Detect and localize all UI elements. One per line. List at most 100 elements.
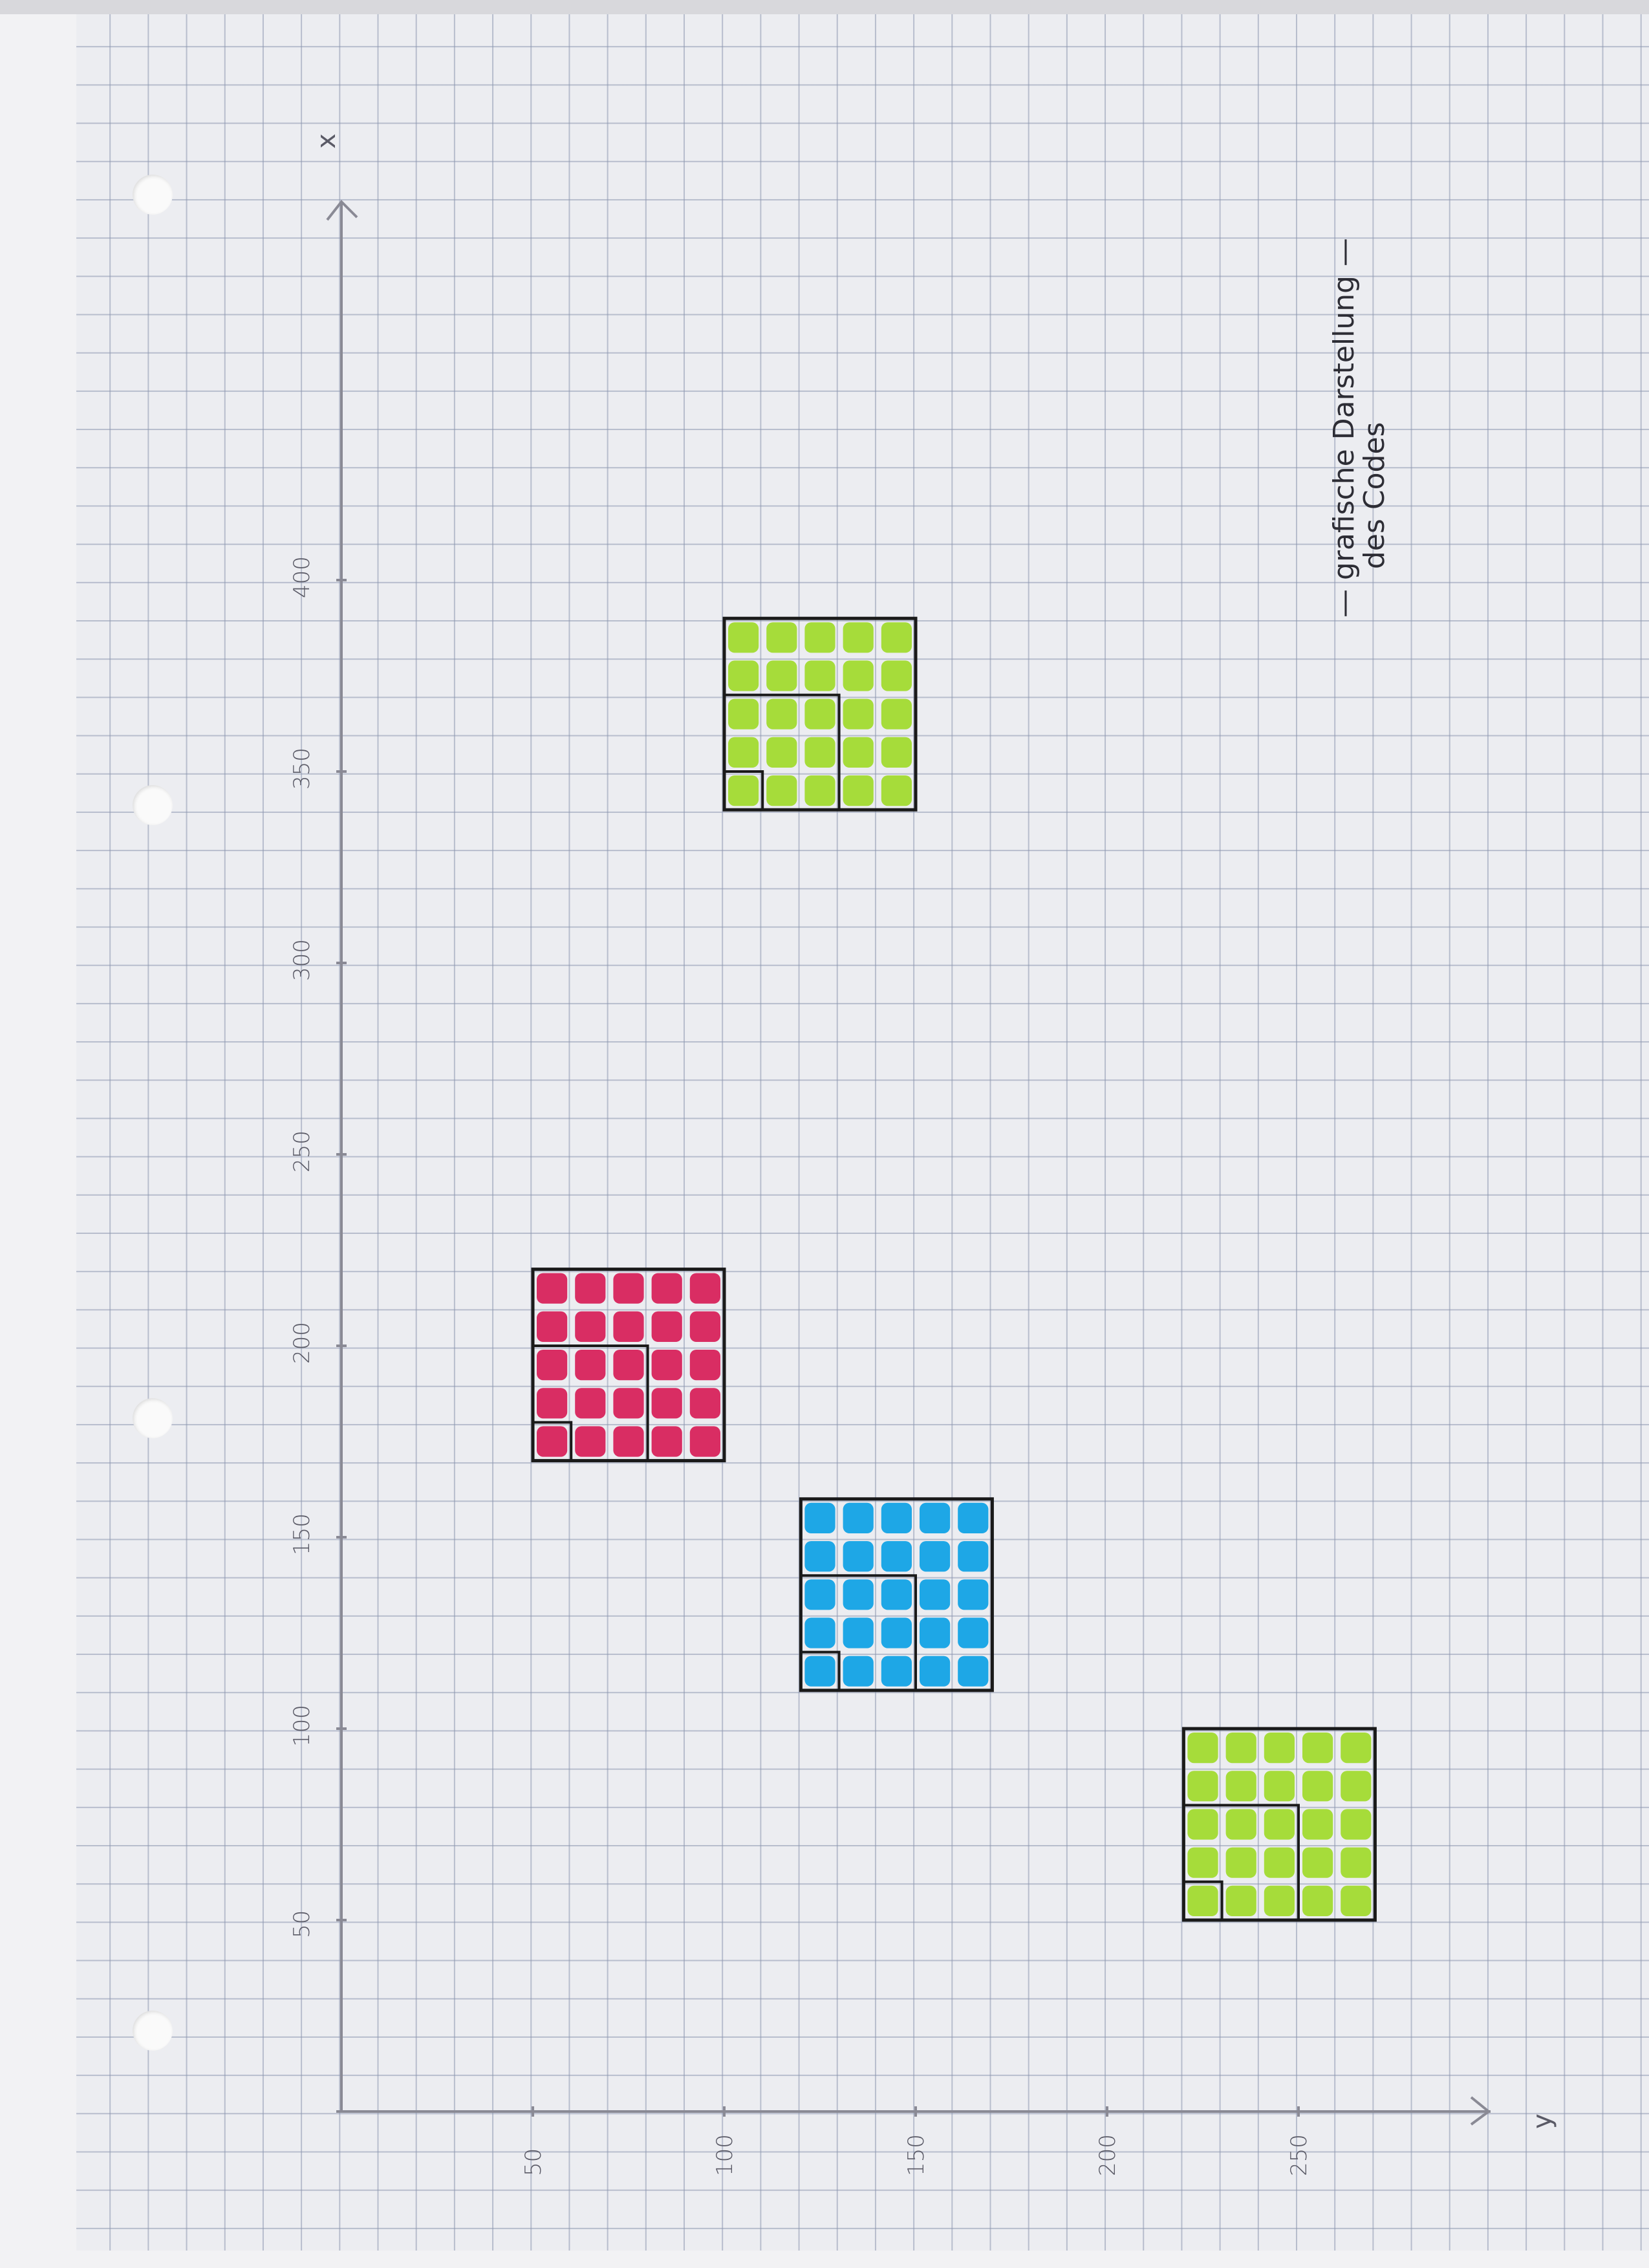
code-cell: [766, 660, 797, 691]
code-cell: [575, 1388, 606, 1419]
code-cell: [1341, 1771, 1372, 1802]
code-cell: [1225, 1733, 1256, 1764]
code-cell: [920, 1541, 951, 1572]
code-cell: [651, 1350, 682, 1381]
code-square: [1181, 1727, 1377, 1922]
code-cell: [1341, 1809, 1372, 1840]
code-cell: [920, 1502, 951, 1533]
code-diagram: x y 50 100 150 200 250 300 350 400 50 100 150 200 2…: [289, 133, 1557, 2176]
code-square: [531, 1268, 726, 1463]
code-cell: [651, 1311, 682, 1342]
code-cell: [689, 1388, 720, 1419]
code-cell: [804, 1617, 835, 1648]
code-cell: [689, 1350, 720, 1381]
code-cell: [881, 1656, 912, 1687]
code-cell: [843, 737, 874, 768]
code-cell: [537, 1273, 568, 1304]
code-cell: [613, 1273, 644, 1304]
code-cell: [958, 1617, 989, 1648]
code-cell: [1341, 1885, 1372, 1916]
code-cell: [958, 1579, 989, 1610]
code-cell: [881, 737, 912, 768]
code-cell: [1264, 1809, 1295, 1840]
code-cell: [1225, 1847, 1256, 1878]
code-cell: [575, 1311, 606, 1342]
code-cell: [920, 1656, 951, 1687]
code-cell: [843, 1656, 874, 1687]
x-tick-label: 300: [289, 939, 315, 981]
code-cell: [881, 1579, 912, 1610]
code-cell: [651, 1388, 682, 1419]
code-cell: [651, 1273, 682, 1304]
code-cell: [804, 698, 835, 729]
x-tick-label: 50: [289, 1910, 315, 1938]
code-cell: [1302, 1885, 1333, 1916]
code-cell: [728, 775, 759, 806]
x-tick-label: 350: [289, 748, 315, 790]
code-square: [722, 616, 918, 812]
code-cell: [958, 1541, 989, 1572]
code-cell: [881, 775, 912, 806]
code-cell: [881, 660, 912, 691]
code-cell: [613, 1388, 644, 1419]
code-cell: [1341, 1733, 1372, 1764]
y-tick-label: 150: [903, 2134, 929, 2176]
code-cell: [843, 698, 874, 729]
code-cell: [881, 698, 912, 729]
code-cell: [1225, 1771, 1256, 1802]
code-cell: [881, 1502, 912, 1533]
code-cell: [537, 1311, 568, 1342]
annotation-line-1: — grafische Darstellung —: [1328, 238, 1361, 618]
code-cell: [804, 737, 835, 768]
code-cell: [804, 775, 835, 806]
code-cell: [1302, 1733, 1333, 1764]
code-cell: [728, 737, 759, 768]
code-cell: [881, 622, 912, 653]
code-cell: [689, 1273, 720, 1304]
code-cell: [613, 1350, 644, 1381]
x-tick-label: 400: [289, 556, 315, 598]
code-cell: [958, 1656, 989, 1687]
code-cell: [804, 622, 835, 653]
x-tick-label: 250: [289, 1130, 315, 1172]
code-cell: [843, 1541, 874, 1572]
y-tick-label: 100: [712, 2134, 738, 2176]
y-axis-label: y: [1527, 2113, 1557, 2129]
code-cell: [537, 1350, 568, 1381]
code-cell: [1187, 1809, 1218, 1840]
code-cell: [804, 1579, 835, 1610]
code-square: [799, 1497, 994, 1692]
code-cell: [1187, 1771, 1218, 1802]
code-cell: [804, 1541, 835, 1572]
x-tick-label: 100: [289, 1705, 315, 1747]
code-cell: [728, 698, 759, 729]
code-cell: [689, 1311, 720, 1342]
code-cell: [920, 1617, 951, 1648]
code-cell: [843, 1579, 874, 1610]
code-cell: [1187, 1733, 1218, 1764]
code-cell: [1264, 1733, 1295, 1764]
code-cell: [613, 1426, 644, 1457]
code-cell: [1225, 1885, 1256, 1916]
code-cell: [1187, 1847, 1218, 1878]
code-cell: [804, 1656, 835, 1687]
code-cell: [1264, 1771, 1295, 1802]
code-cell: [1187, 1885, 1218, 1916]
code-cell: [537, 1426, 568, 1457]
annotation-line-2: des Codes: [1358, 422, 1391, 569]
code-cell: [881, 1617, 912, 1648]
code-cell: [1264, 1885, 1295, 1916]
y-tick-label: 50: [521, 2148, 546, 2176]
code-cell: [575, 1426, 606, 1457]
code-cell: [728, 622, 759, 653]
code-cell: [1225, 1809, 1256, 1840]
x-axis-label: x: [312, 133, 341, 149]
code-cell: [804, 1502, 835, 1533]
code-cell: [766, 622, 797, 653]
code-cell: [1264, 1847, 1295, 1878]
code-cell: [1341, 1847, 1372, 1878]
code-cell: [881, 1541, 912, 1572]
code-cell: [843, 775, 874, 806]
code-cell: [804, 660, 835, 691]
code-cell: [575, 1350, 606, 1381]
